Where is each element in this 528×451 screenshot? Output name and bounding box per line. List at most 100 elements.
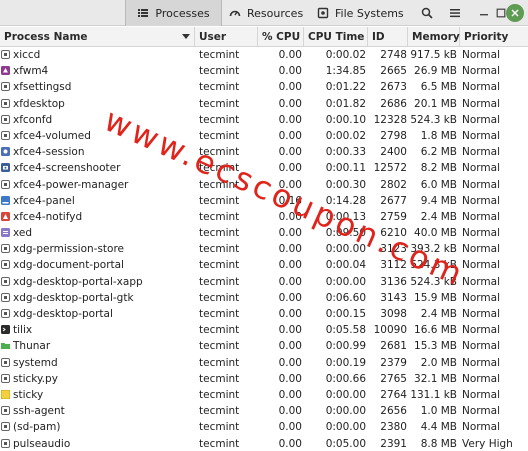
process-name: sticky.py [13,372,58,385]
process-cpu-time: 0:00.66 [325,372,366,385]
table-row[interactable]: Thunar tecmint 0.00 0:00.99 2681 15.3 MB Norma… [0,338,528,354]
process-user: tecmint [199,259,240,272]
column-process-name[interactable]: Process Name [0,27,195,47]
panel-icon [1,195,10,205]
process-cpu: 0.16 [278,194,302,207]
process-name: systemd [13,356,58,369]
process-memory: 917.5 kB [410,49,457,61]
table-row[interactable]: xfce4-volumed tecmint 0.00 0:00.02 2798 1.8 M… [0,128,528,144]
screenshooter-icon [1,163,10,173]
process-user: tecmint [199,388,240,401]
process-name: xed [13,227,33,240]
table-row[interactable]: xed tecmint 0.00 0:09.50 6210 40.0 MB Normal [0,225,528,241]
process-id: 3098 [380,308,407,320]
column-user[interactable]: User [195,27,258,47]
table-row[interactable]: tilix tecmint 0.00 0:05.58 10090 16.6 MB Norma… [0,322,528,338]
process-user: tecmint [199,65,240,78]
process-id: 2391 [380,437,407,450]
search-button[interactable] [416,3,438,23]
process-name: xfconfd [13,113,53,126]
process-name: xfwm4 [13,65,49,78]
tab-processes[interactable]: Processes [125,0,222,26]
search-icon [421,7,433,19]
tab-resources[interactable]: Resources [229,0,315,26]
table-row[interactable]: xfdesktop tecmint 0.00 0:01.82 2686 20.1 MB No… [0,96,528,112]
table-row[interactable]: xfconfd tecmint 0.00 0:00.10 12328 524.3 kB No… [0,112,528,128]
table-row[interactable]: xdg-desktop-portal-xapp tecmint 0.00 0:00.0… [0,274,528,290]
table-row[interactable]: xfwm4 tecmint 0.00 1:34.85 2665 26.9 MB Normal [0,63,528,79]
table-row[interactable]: xfsettingsd tecmint 0.00 0:01.22 2673 6.5 MB N… [0,79,528,95]
table-row[interactable]: xdg-desktop-portal tecmint 0.00 0:00.15 3098… [0,306,528,322]
generic-process-icon [1,438,10,448]
process-user: tecmint [199,275,240,288]
table-row[interactable]: xfce4-panel tecmint 0.16 0:14.28 2677 9.4 MB N… [0,193,528,209]
terminal-icon [1,325,10,335]
table-row[interactable]: systemd tecmint 0.00 0:00.19 2379 2.0 MB Norma… [0,355,528,371]
table-row[interactable]: xfce4-notifyd tecmint 0.00 0:00.13 2759 2.4 M… [0,209,528,225]
process-id: 2673 [380,81,407,94]
list-icon [138,9,149,17]
process-id: 2379 [380,356,407,369]
process-cpu: 0.00 [278,210,302,223]
table-row[interactable]: xfce4-screenshooter tecmint 0.00 0:00.11 125… [0,160,528,176]
process-cpu-time: 0:00.02 [325,49,366,61]
process-cpu-time: 0:05.00 [325,437,366,450]
process-name: xdg-permission-store [13,243,125,256]
table-row[interactable]: xfce4-power-manager tecmint 0.00 0:00.30 280… [0,177,528,193]
process-cpu: 0.00 [278,308,302,320]
table-row[interactable]: pulseaudio tecmint 0.00 0:05.00 2391 8.8 MB Ve… [0,436,528,451]
table-row[interactable]: sticky.py tecmint 0.00 0:00.66 2765 32.1 MB No… [0,371,528,387]
process-priority: Normal [462,97,500,110]
tab-file-systems[interactable]: File Systems [317,0,405,26]
column-memory[interactable]: Memory [408,27,460,47]
process-user: tecmint [199,146,240,159]
table-row[interactable]: (sd-pam) tecmint 0.00 0:00.00 2380 4.4 MB Norm… [0,419,528,435]
process-id: 2748 [380,49,407,61]
table-row[interactable]: xiccd tecmint 0.00 0:00.02 2748 917.5 kB Norma… [0,47,528,63]
process-name: xfce4-power-manager [13,178,129,191]
column-cpu[interactable]: % CPU [258,27,304,47]
process-cpu-time: 0:00.04 [325,259,366,272]
process-cpu: 0.00 [278,81,302,94]
process-memory: 20.1 MB [414,97,457,110]
hamburger-menu-icon [450,9,460,18]
column-priority[interactable]: Priority [460,27,528,47]
table-row[interactable]: ssh-agent tecmint 0.00 0:00.00 2656 1.0 MB Nor… [0,403,528,419]
table-row[interactable]: xdg-desktop-portal-gtk tecmint 0.00 0:06.60… [0,290,528,306]
process-cpu-time: 0:00.11 [325,162,366,175]
process-name: xdg-desktop-portal-gtk [13,291,134,304]
process-id: 2802 [380,178,407,191]
table-row[interactable]: xdg-permission-store tecmint 0.00 0:00.00 31… [0,241,528,257]
process-id: 3112 [380,259,407,272]
column-cpu-time[interactable]: CPU Time [304,27,368,47]
process-priority: Normal [462,129,500,142]
column-id[interactable]: ID [368,27,408,47]
column-header: Process Name User % CPU CPU Time ID Memo… [0,27,528,47]
process-user: tecmint [199,421,240,434]
table-row[interactable]: xfce4-session tecmint 0.00 0:00.33 2400 6.2 M… [0,144,528,160]
close-button[interactable] [506,4,524,22]
process-memory: 6.5 MB [420,81,457,94]
table-row[interactable]: sticky tecmint 0.00 0:00.00 2764 131.1 kB Norm… [0,387,528,403]
process-memory: 8.2 MB [420,162,457,175]
tab-processes-label: Processes [155,6,210,20]
process-cpu: 0.00 [278,178,302,191]
process-user: tecmint [199,178,240,191]
generic-process-icon [1,373,10,383]
process-priority: Normal [462,65,500,78]
table-row[interactable]: xdg-document-portal tecmint 0.00 0:00.04 311… [0,257,528,273]
process-name: xfsettingsd [13,81,72,94]
process-cpu-time: 0:05.58 [325,324,366,337]
close-icon [511,9,519,17]
process-memory: 26.9 MB [414,65,457,78]
process-memory: 16.6 MB [414,324,457,337]
menu-button[interactable] [444,3,466,23]
process-cpu: 0.00 [278,65,302,78]
process-memory: 6.2 MB [420,146,457,159]
process-cpu-time: 0:09.50 [325,227,366,240]
process-priority: Normal [462,388,500,401]
process-user: tecmint [199,113,240,126]
column-priority-label: Priority [464,31,509,43]
process-id: 2665 [380,65,407,78]
process-cpu: 0.00 [278,324,302,337]
